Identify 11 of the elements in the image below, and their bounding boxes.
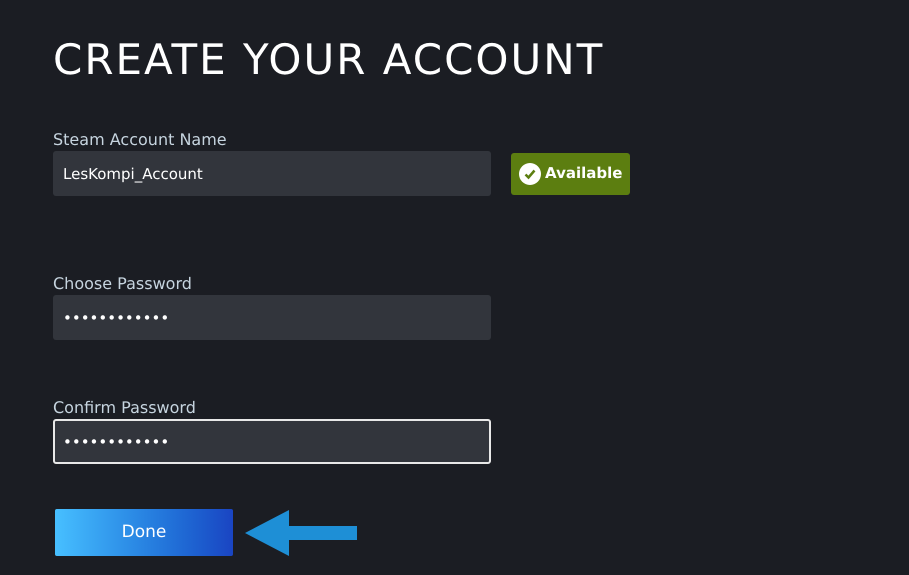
- input-field[interactable]: ••••••••••••: [53, 295, 491, 340]
- input-field[interactable]: LesKompi_Account: [53, 151, 491, 196]
- input-field[interactable]: ••••••••••••: [53, 419, 491, 464]
- page-title: CREATE YOUR ACCOUNT: [53, 34, 606, 86]
- field-label: Steam Account Name: [53, 130, 228, 150]
- availability-badge: Available: [511, 152, 630, 194]
- arrow-icon: [245, 510, 357, 556]
- done-button[interactable]: Done: [55, 509, 233, 556]
- field-label: Choose Password: [53, 274, 193, 294]
- field-label: Confirm Password: [53, 398, 197, 418]
- checkmark-icon: [519, 162, 541, 184]
